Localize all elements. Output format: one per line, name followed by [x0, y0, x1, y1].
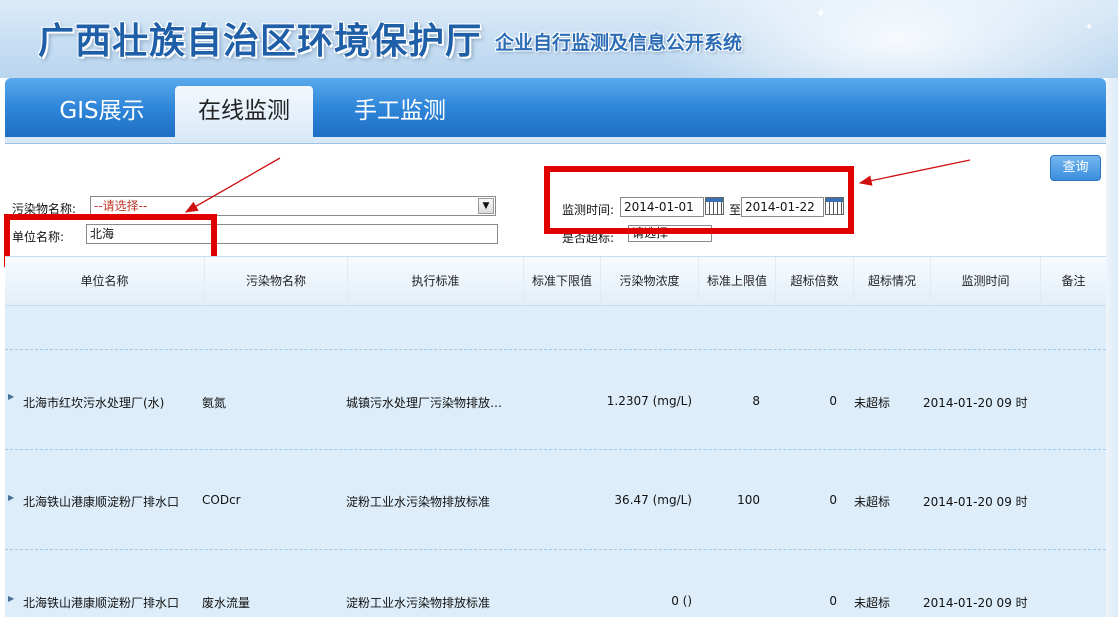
cell-time: 2014-01-20 09 时	[923, 596, 1028, 610]
table-row[interactable]: ▶ 北海铁山港康顺淀粉厂排水口 废水流量 淀粉工业水污染物排放标准 0 () 0…	[5, 549, 1106, 617]
col-unit-name: 单位名称	[5, 257, 205, 307]
cell-concentration: 36.47 (mg/L)	[614, 493, 692, 507]
row-expand-icon[interactable]: ▶	[8, 493, 14, 502]
table-body: ▶ 北海市红坎污水处理厂(水) 氨氮 城镇污水处理厂污染物排放… 1.2307 …	[5, 306, 1106, 617]
col-exceed-times: 超标倍数	[776, 257, 854, 307]
cell-exceed-status: 未超标	[854, 396, 891, 410]
cell-upper: 8	[752, 394, 760, 408]
cell-exceed-times: 0	[829, 493, 837, 507]
cell-pollutant: 氨氮	[202, 396, 227, 410]
col-concentration: 污染物浓度	[601, 257, 699, 307]
cell-pollutant: CODcr	[202, 493, 241, 507]
col-monitor-time: 监测时间	[931, 257, 1041, 307]
site-title: 广西壮族自治区环境保护厅	[38, 21, 483, 62]
col-pollutant-name: 污染物名称	[205, 257, 348, 307]
cell-unit: 北海铁山港康顺淀粉厂排水口	[23, 596, 180, 610]
col-standard: 执行标准	[348, 257, 524, 307]
tab-underline	[5, 137, 1106, 144]
cell-pollutant: 废水流量	[202, 596, 251, 610]
col-exceed-status: 超标情况	[854, 257, 931, 307]
cell-unit: 北海市红坎污水处理厂(水)	[23, 396, 165, 410]
cell-upper: 100	[737, 493, 760, 507]
cell-unit: 北海铁山港康顺淀粉厂排水口	[23, 495, 180, 509]
tab-online-monitoring[interactable]: 在线监测	[175, 86, 313, 137]
site-subtitle: 企业自行监测及信息公开系统	[495, 32, 743, 54]
table-row[interactable]: ▶ 北海铁山港康顺淀粉厂排水口 CODcr 淀粉工业水污染物排放标准 36.47…	[5, 449, 1106, 549]
annotation-arrow	[858, 159, 971, 186]
header-banner: ✦ ✦ 广西壮族自治区环境保护厅 企业自行监测及信息公开系统	[0, 0, 1118, 78]
cell-exceed-status: 未超标	[854, 495, 891, 509]
row-expand-icon[interactable]: ▶	[8, 392, 14, 401]
col-lower-limit: 标准下限值	[524, 257, 601, 307]
cell-standard: 淀粉工业水污染物排放标准	[346, 596, 491, 610]
annotation-box-date	[544, 166, 854, 234]
page-edge	[1106, 78, 1118, 617]
pollutant-select[interactable]: --请选择-- ▼	[90, 196, 496, 216]
col-upper-limit: 标准上限值	[699, 257, 776, 307]
cell-concentration: 1.2307 (mg/L)	[606, 394, 692, 408]
cell-time: 2014-01-20 09 时	[923, 495, 1028, 509]
tab-manual-monitoring[interactable]: 手工监测	[325, 86, 475, 137]
table-header: 单位名称 污染物名称 执行标准 标准下限值 污染物浓度 标准上限值 超标倍数 超…	[5, 256, 1106, 307]
main-tab-bar: GIS展示 在线监测 手工监测	[5, 78, 1106, 137]
sparkle-icon: ✦	[815, 6, 827, 22]
cell-exceed-times: 0	[829, 394, 837, 408]
cell-concentration: 0 ()	[671, 594, 692, 608]
col-note: 备注	[1061, 274, 1086, 288]
row-expand-icon[interactable]: ▶	[8, 594, 14, 603]
cell-exceed-status: 未超标	[854, 596, 891, 610]
cell-standard: 淀粉工业水污染物排放标准	[346, 495, 491, 509]
chevron-down-icon[interactable]: ▼	[478, 198, 494, 214]
cell-standard: 城镇污水处理厂污染物排放…	[346, 396, 503, 410]
cell-exceed-times: 0	[829, 594, 837, 608]
sparkle-icon: ✦	[1085, 22, 1094, 33]
table-row[interactable]: ▶ 北海市红坎污水处理厂(水) 氨氮 城镇污水处理厂污染物排放… 1.2307 …	[5, 349, 1106, 449]
cell-time: 2014-01-20 09 时	[923, 396, 1028, 410]
pollutant-select-value: --请选择--	[94, 199, 148, 213]
tab-gis[interactable]: GIS展示	[27, 86, 177, 137]
query-button[interactable]: 查询	[1050, 155, 1101, 181]
